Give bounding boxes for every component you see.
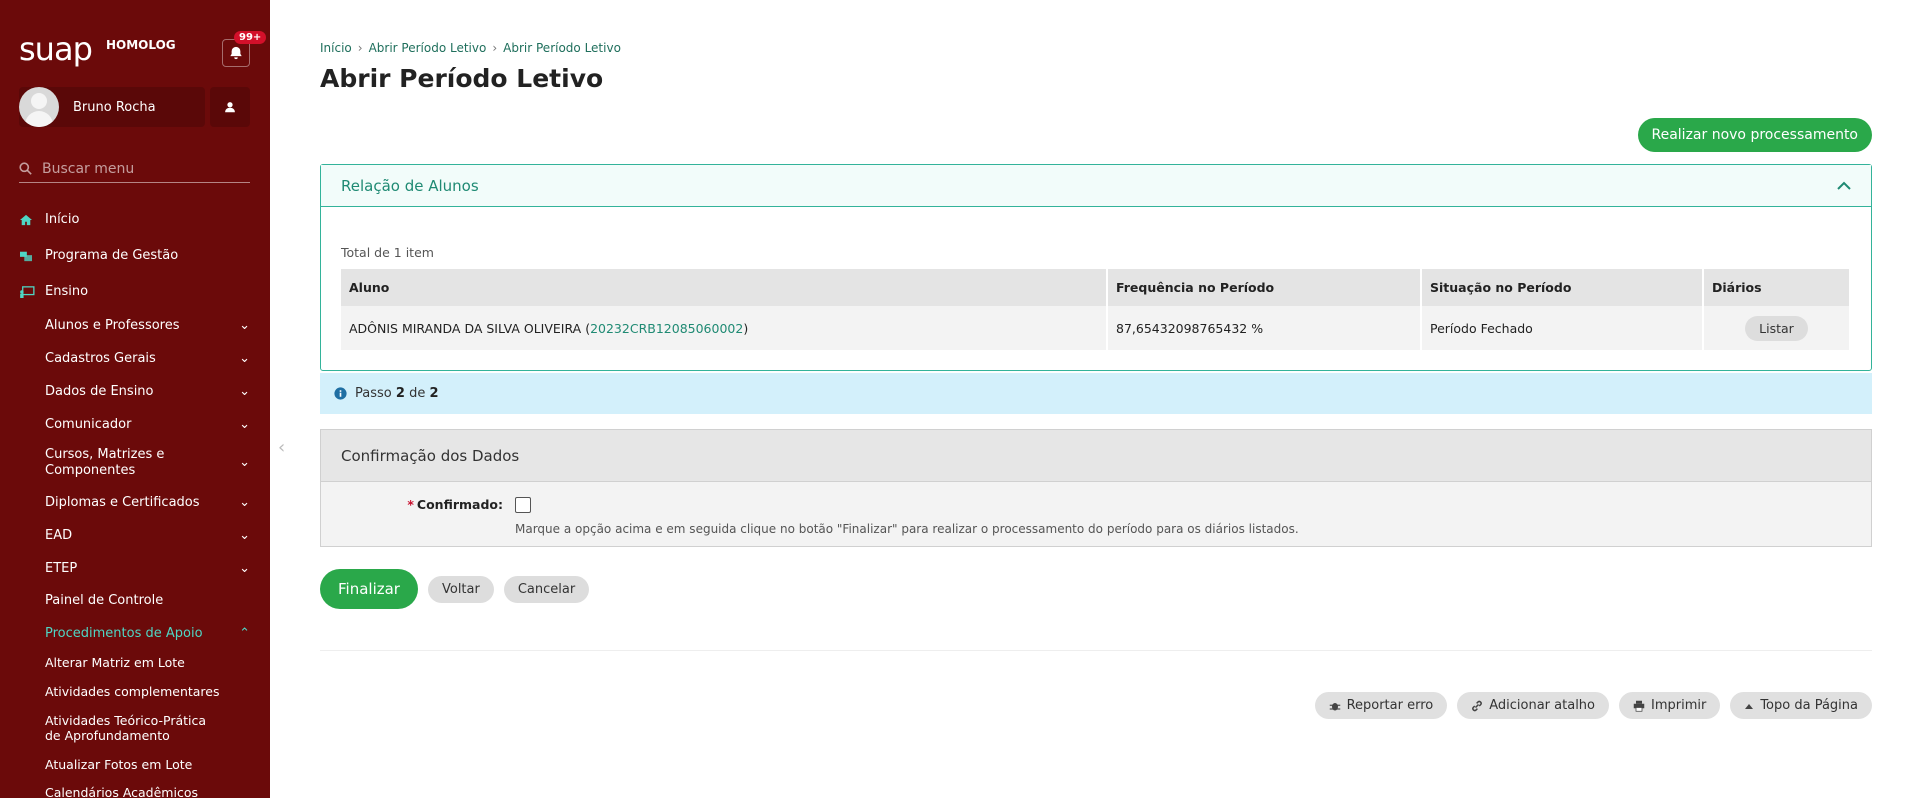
column-header: Diários: [1703, 269, 1851, 306]
back-to-top-button[interactable]: Topo da Página: [1730, 692, 1872, 719]
table-row: ADÔNIS MIRANDA DA SILVA OLIVEIRA (20232C…: [341, 306, 1851, 350]
menu-item-diplomas[interactable]: Diplomas e Certificados ⌄: [45, 495, 250, 511]
menu-item-ensino[interactable]: Ensino: [19, 284, 250, 299]
students-box-header[interactable]: Relação de Alunos: [321, 165, 1871, 207]
profile-button[interactable]: [210, 87, 250, 127]
user-name: Bruno Rocha: [73, 99, 156, 115]
suap-logo[interactable]: suap: [19, 30, 93, 68]
menu-item-ead[interactable]: EAD ⌄: [45, 528, 250, 544]
column-header: Frequência no Período: [1107, 269, 1422, 306]
chevron-down-icon: ⌄: [239, 561, 250, 576]
chevron-down-icon: ⌄: [239, 417, 250, 432]
menu-item-calendarios-academicos[interactable]: Calendários Acadêmicos: [45, 785, 250, 798]
sidebar: suap HOMOLOG 99+ Bruno Rocha Buscar menu…: [0, 0, 270, 798]
students-box: Relação de Alunos Total de 1 item Aluno …: [320, 164, 1872, 371]
chevron-up-icon: ⌃: [239, 626, 250, 641]
breadcrumb-item[interactable]: Abrir Período Letivo: [369, 41, 487, 55]
chevron-down-icon: ⌄: [239, 495, 250, 510]
divider: [320, 650, 1872, 651]
menu-item-dados-de-ensino[interactable]: Dados de Ensino ⌄: [45, 384, 250, 400]
menu-item-atividades-complementares[interactable]: Atividades complementares: [45, 684, 250, 699]
report-error-button[interactable]: Reportar erro: [1314, 692, 1448, 719]
avatar: [19, 87, 59, 127]
caret-up-icon: [1745, 703, 1754, 709]
menu-item-procedimentos-de-apoio[interactable]: Procedimentos de Apoio ⌃: [45, 626, 250, 642]
chevron-up-icon[interactable]: [1837, 181, 1851, 191]
column-header: Aluno: [341, 269, 1108, 306]
notification-badge: 99+: [234, 31, 267, 44]
confirmation-title: Confirmação dos Dados: [321, 430, 1871, 482]
menu-search-input[interactable]: Buscar menu: [19, 155, 250, 183]
print-icon: [1633, 700, 1645, 712]
new-processing-button[interactable]: Realizar novo processamento: [1637, 118, 1872, 152]
diaries-cell: Listar: [1703, 306, 1851, 350]
chevron-down-icon: ⌄: [239, 318, 250, 333]
menu-item-label: Programa de Gestão: [45, 248, 179, 263]
frequency-cell: 87,65432098765432 %: [1107, 306, 1422, 350]
home-icon: [19, 214, 37, 226]
column-header: Situação no Período: [1421, 269, 1704, 306]
menu-item-alunos-e-professores[interactable]: Alunos e Professores ⌄: [45, 318, 250, 334]
add-shortcut-button[interactable]: Adicionar atalho: [1457, 692, 1609, 719]
total-count: Total de 1 item: [341, 245, 434, 260]
menu-item-etep[interactable]: ETEP ⌄: [45, 561, 250, 577]
menu-item-programa-de-gestao[interactable]: Programa de Gestão: [19, 248, 250, 263]
environment-label: HOMOLOG: [106, 38, 176, 52]
confirmed-label: * Confirmado:: [407, 497, 503, 512]
link-icon: [1472, 700, 1483, 711]
student-code-link[interactable]: 20232CRB12085060002: [590, 321, 743, 336]
collapse-sidebar-icon[interactable]: ‹: [278, 437, 285, 458]
search-placeholder: Buscar menu: [42, 160, 135, 177]
menu-item-label: Início: [45, 212, 80, 227]
confirmation-box: Confirmação dos Dados * Confirmado: Marqu…: [320, 429, 1872, 547]
breadcrumb-item[interactable]: Abrir Período Letivo: [503, 41, 621, 55]
info-icon: [334, 387, 347, 400]
user-menu[interactable]: Bruno Rocha: [19, 87, 205, 127]
menu-item-atividades-teorico-pratica[interactable]: Atividades Teórico-Prática de Aprofundam…: [45, 713, 225, 743]
menu-item-alterar-matriz[interactable]: Alterar Matriz em Lote: [45, 655, 250, 670]
students-table: Aluno Frequência no Período Situação no …: [341, 269, 1851, 350]
back-button[interactable]: Voltar: [427, 575, 494, 603]
page-title: Abrir Período Letivo: [320, 64, 604, 93]
listar-button[interactable]: Listar: [1745, 315, 1808, 341]
menu-item-label: Ensino: [45, 284, 89, 299]
status-cell: Período Fechado: [1421, 306, 1704, 350]
chevron-down-icon: ⌄: [239, 351, 250, 366]
form-actions: Finalizar Voltar Cancelar: [320, 569, 590, 609]
required-marker: *: [407, 497, 414, 512]
search-icon: [19, 162, 32, 175]
confirmed-checkbox[interactable]: [515, 497, 531, 513]
user-icon: [225, 102, 235, 113]
step-info-bar: Passo 2 de 2: [320, 373, 1872, 414]
footer-actions: Reportar erro Adicionar atalho Imprimir …: [1314, 692, 1872, 719]
student-cell: ADÔNIS MIRANDA DA SILVA OLIVEIRA (20232C…: [341, 306, 1108, 350]
group-icon: [19, 250, 37, 262]
bell-icon: [230, 46, 242, 60]
menu-item-atualizar-fotos[interactable]: Atualizar Fotos em Lote: [45, 757, 250, 772]
breadcrumb: Início › Abrir Período Letivo › Abrir Pe…: [320, 41, 621, 55]
bug-icon: [1329, 702, 1340, 710]
cancel-button[interactable]: Cancelar: [503, 575, 590, 603]
menu-item-inicio[interactable]: Início: [19, 212, 250, 227]
breadcrumb-item[interactable]: Início: [320, 41, 352, 55]
chevron-down-icon: ⌄: [239, 455, 250, 470]
menu-item-cursos-matrizes[interactable]: Cursos, Matrizes e Componentes ⌄: [45, 447, 250, 479]
students-box-title: Relação de Alunos: [341, 176, 479, 195]
print-button[interactable]: Imprimir: [1619, 692, 1721, 719]
chevron-down-icon: ⌄: [239, 528, 250, 543]
finalize-button[interactable]: Finalizar: [320, 569, 418, 609]
breadcrumb-separator: ›: [357, 41, 363, 55]
menu-item-comunicador[interactable]: Comunicador ⌄: [45, 417, 250, 433]
confirmation-help-text: Marque a opção acima e em seguida clique…: [515, 522, 1299, 536]
chevron-down-icon: ⌄: [239, 384, 250, 399]
menu-item-painel-de-controle[interactable]: Painel de Controle: [45, 593, 250, 609]
menu-item-cadastros-gerais[interactable]: Cadastros Gerais ⌄: [45, 351, 250, 367]
breadcrumb-separator: ›: [492, 41, 498, 55]
teacher-icon: [19, 285, 37, 298]
